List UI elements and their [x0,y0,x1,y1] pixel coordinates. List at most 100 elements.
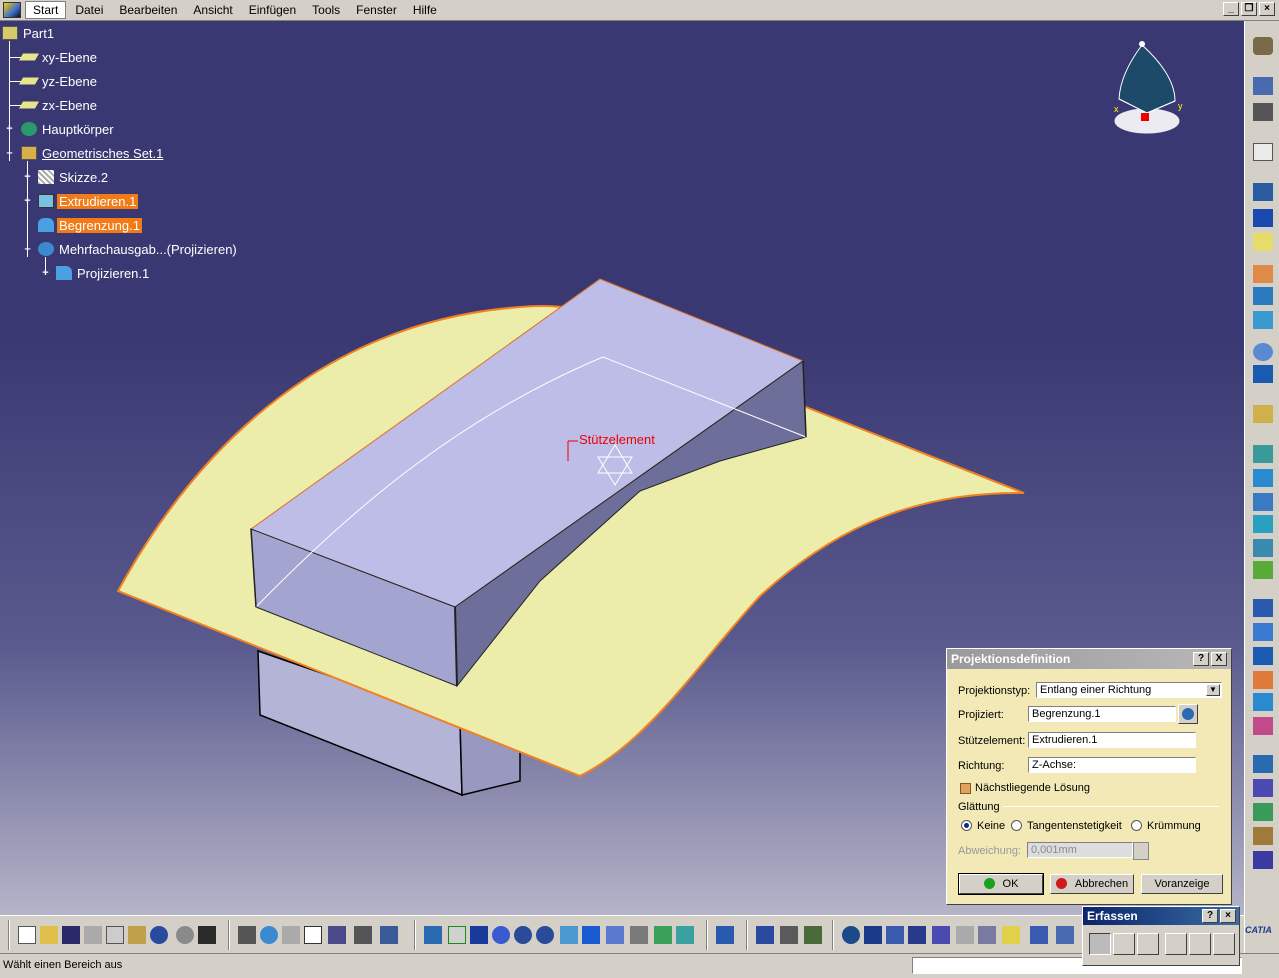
comment-icon[interactable] [260,926,278,944]
hierarchy-icon[interactable] [932,926,950,944]
loft-tool-icon[interactable] [1253,515,1273,533]
tree-node-xy-plane[interactable]: xy-Ebene [18,48,99,66]
projection-type-select[interactable]: Entlang einer Richtung ▼ [1036,682,1222,698]
spline-tool-icon[interactable] [1253,365,1273,383]
fill-tool-icon[interactable] [1253,493,1273,511]
polyline-tool-icon[interactable] [1253,405,1273,423]
select-arrow-icon[interactable] [1253,77,1273,95]
extrude-tool-icon[interactable] [1253,265,1273,283]
preview-button[interactable]: Voranzeige [1141,874,1223,894]
fit-all-icon[interactable] [448,926,466,944]
formula-icon[interactable] [238,926,256,944]
iso-view-icon[interactable] [606,926,624,944]
capture-record-icon[interactable] [1089,933,1111,955]
view-direction-icon[interactable] [1056,926,1074,944]
tree-node-zx-plane[interactable]: zx-Ebene [18,96,99,114]
fly-mode-icon[interactable] [424,926,442,944]
deviation-field[interactable]: 0,001mm [1027,842,1133,858]
multi-view-icon[interactable] [582,926,600,944]
tree-node-yz-plane[interactable]: yz-Ebene [18,72,99,90]
zoom-in-icon[interactable] [514,926,532,944]
work-on-support-icon[interactable] [886,926,904,944]
measure-between-icon[interactable] [756,926,774,944]
smoothing-tangent-radio[interactable] [1011,820,1022,831]
tree-node-sketch[interactable]: Skizze.2 [38,168,110,186]
pattern-tool-icon[interactable] [1253,755,1273,773]
tree-node-part[interactable]: Part1 [2,24,56,42]
minimize-button[interactable]: _ [1223,2,1239,16]
menu-start[interactable]: Start [25,1,67,19]
plane-tool-icon[interactable] [1253,233,1273,251]
tree-node-boundary[interactable]: Begrenzung.1 [38,216,142,234]
shading-icon[interactable] [956,926,974,944]
expand-icon[interactable]: + [41,268,50,279]
snap-icon[interactable] [1253,103,1273,121]
analysis-tool-icon[interactable] [1253,827,1273,845]
smoothing-curvature-radio[interactable] [1131,820,1142,831]
collapse-icon[interactable]: – [5,148,14,159]
capture-album-icon[interactable] [1137,933,1159,955]
new-file-icon[interactable] [18,926,36,944]
line-icon[interactable] [1253,209,1273,227]
update-icon[interactable] [716,926,734,944]
capture-help-button[interactable]: ? [1202,909,1218,923]
circle-tool-icon[interactable] [1253,343,1273,361]
deviation-spinner[interactable] [1133,842,1149,860]
ok-button[interactable]: OK [958,873,1044,895]
capture-book-icon[interactable] [1165,933,1187,955]
trim-tool-icon[interactable] [1253,623,1273,641]
point-icon[interactable] [1253,183,1273,201]
sweep-tool-icon[interactable] [1253,469,1273,487]
menu-einfuegen[interactable]: Einfügen [242,2,303,18]
expand-icon[interactable]: + [23,172,32,183]
tree-toggle-icon[interactable] [328,926,346,944]
save-icon[interactable] [62,926,80,944]
light-icon[interactable] [1002,926,1020,944]
direction-field[interactable]: Z-Achse: [1028,757,1196,773]
offset-tool-icon[interactable] [1253,445,1273,463]
menu-fenster[interactable]: Fenster [349,2,404,18]
cancel-button[interactable]: Abbrechen [1050,874,1134,894]
menu-hilfe[interactable]: Hilfe [406,2,444,18]
lock-icon[interactable] [354,926,372,944]
restore-button[interactable]: ❐ [1241,2,1257,16]
revolve-tool-icon[interactable] [1253,287,1273,305]
tree-node-main-body[interactable]: Hauptkörper [21,120,116,138]
expand-icon[interactable]: + [5,124,14,135]
hide-show-icon[interactable] [654,926,672,944]
redo-icon[interactable] [176,926,194,944]
measure-inertia-icon[interactable] [804,926,822,944]
projected-select-button[interactable] [1178,704,1198,724]
paste-icon[interactable] [128,926,146,944]
table-icon[interactable] [304,926,322,944]
tree-node-extrude[interactable]: Extrudieren.1 [38,192,139,210]
join-tool-icon[interactable] [1253,561,1273,579]
knowledge-icon[interactable] [282,926,300,944]
layer-icon[interactable] [1030,926,1048,944]
swap-space-icon[interactable] [676,926,694,944]
sphere-tool-icon[interactable] [1253,311,1273,329]
capture-close-button[interactable]: × [1220,909,1236,923]
law-tool-icon[interactable] [1253,803,1273,821]
workbench-icon[interactable] [1253,37,1273,55]
split-tool-icon[interactable] [1253,599,1273,617]
dialog-help-button[interactable]: ? [1193,652,1209,666]
support-field[interactable]: Extrudieren.1 [1028,732,1196,748]
tree-node-projection[interactable]: Projizieren.1 [56,264,151,282]
sketch-tool-icon[interactable] [1253,143,1273,161]
catia-app-icon[interactable] [3,2,21,18]
collapse-icon[interactable]: – [23,244,32,255]
expand-icon[interactable]: + [23,196,32,207]
cut-icon[interactable] [84,926,102,944]
smoothing-none-radio[interactable] [961,820,972,831]
translate-tool-icon[interactable] [1253,717,1273,735]
projected-field[interactable]: Begrenzung.1 [1028,706,1176,722]
grid-tool-icon[interactable] [1253,779,1273,797]
boundary-tool-icon[interactable] [1253,647,1273,665]
copy-icon[interactable] [106,926,124,944]
render-style-icon[interactable] [630,926,648,944]
capture-image-icon[interactable] [1189,933,1211,955]
normal-view-icon[interactable] [560,926,578,944]
capture-settings-icon[interactable] [1213,933,1235,955]
extract-tool-icon[interactable] [1253,671,1273,689]
